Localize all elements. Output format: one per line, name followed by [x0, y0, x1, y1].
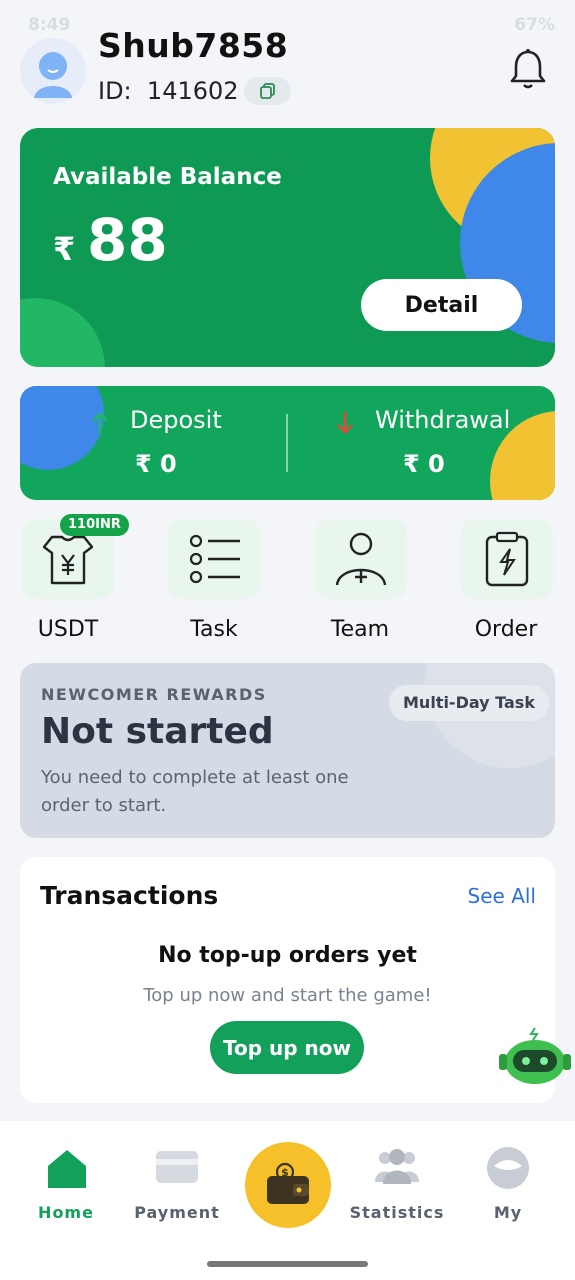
order-clipboard-icon: [485, 531, 529, 587]
balance-amount: 88: [87, 206, 168, 274]
balance-currency: ₹: [53, 230, 76, 268]
quick-action-team[interactable]: [315, 519, 407, 599]
nav-home-label: Home: [38, 1203, 94, 1222]
detail-button[interactable]: Detail: [361, 279, 522, 331]
deposit-withdrawal-card: Deposit ₹ 0 Withdrawal ₹ 0: [20, 386, 555, 500]
usdt-badge: 110INR: [60, 514, 129, 536]
copy-id-button[interactable]: [244, 77, 291, 105]
home-indicator[interactable]: [207, 1261, 368, 1267]
nav-statistics-label: Statistics: [349, 1203, 445, 1222]
deposit-arrow-up-icon: [92, 412, 108, 434]
user-id-value: 141602: [146, 77, 239, 105]
card-icon: [156, 1151, 198, 1183]
copy-icon: [259, 83, 275, 99]
status-time: 8:49: [28, 15, 71, 35]
rewards-description: You need to complete at least one order …: [41, 767, 349, 816]
transactions-card: Transactions See All No top-up orders ye…: [20, 857, 555, 1103]
withdrawal-amount: ₹ 0: [403, 450, 445, 478]
profile-icon: [487, 1147, 529, 1189]
nav-home[interactable]: Home: [16, 1128, 116, 1222]
user-id: ID: 141602: [98, 77, 239, 105]
nav-payment-label: Payment: [134, 1203, 220, 1222]
usdt-shirt-icon: [42, 535, 94, 585]
nav-payment[interactable]: Payment: [127, 1128, 227, 1222]
rewards-kicker: NEWCOMER REWARDS: [41, 685, 267, 704]
quick-action-task-label: Task: [190, 617, 238, 642]
support-robot-icon[interactable]: [497, 1026, 573, 1090]
wallet-icon: $: [267, 1162, 309, 1204]
balance-card: Available Balance ₹ 88 Detail: [20, 128, 555, 367]
team-add-user-icon: [335, 532, 387, 586]
quick-action-task[interactable]: [168, 519, 260, 599]
empty-state-description: Top up now and start the game!: [143, 985, 432, 1006]
empty-state-title: No top-up orders yet: [158, 943, 417, 968]
username: Shub7858: [98, 26, 289, 65]
withdrawal-arrow-down-icon: [337, 412, 353, 434]
notification-bell-icon[interactable]: [507, 47, 549, 91]
nav-statistics[interactable]: Statistics: [347, 1128, 447, 1222]
nav-my-label: My: [493, 1203, 523, 1222]
top-up-now-button[interactable]: Top up now: [210, 1021, 364, 1074]
users-icon: [375, 1149, 419, 1184]
avatar[interactable]: [20, 38, 86, 104]
quick-action-order[interactable]: [461, 519, 553, 599]
multi-day-task-tag: Multi-Day Task: [389, 685, 549, 721]
nav-my[interactable]: My: [458, 1128, 558, 1222]
status-battery: 67%: [514, 15, 555, 35]
rewards-status: Not started: [41, 711, 274, 752]
see-all-link[interactable]: See All: [468, 884, 536, 908]
deposit-section[interactable]: Deposit ₹ 0: [90, 404, 270, 486]
quick-action-order-label: Order: [474, 617, 538, 642]
flow-divider: [286, 414, 288, 472]
user-id-label: ID:: [98, 77, 132, 105]
task-list-icon: [189, 534, 240, 584]
quick-action-team-label: Team: [330, 617, 390, 642]
newcomer-rewards-card[interactable]: NEWCOMER REWARDS Not started You need to…: [20, 663, 555, 838]
withdrawal-label: Withdrawal: [375, 406, 511, 434]
deposit-label: Deposit: [130, 406, 222, 434]
withdrawal-section[interactable]: Withdrawal ₹ 0: [335, 404, 545, 486]
deposit-amount: ₹ 0: [135, 450, 177, 478]
home-icon: [48, 1150, 86, 1188]
nav-wallet-button[interactable]: $: [245, 1142, 331, 1228]
svg-text:$: $: [281, 1166, 289, 1179]
transactions-title: Transactions: [40, 881, 219, 910]
balance-label: Available Balance: [53, 164, 282, 190]
quick-action-usdt-label: USDT: [37, 617, 99, 642]
